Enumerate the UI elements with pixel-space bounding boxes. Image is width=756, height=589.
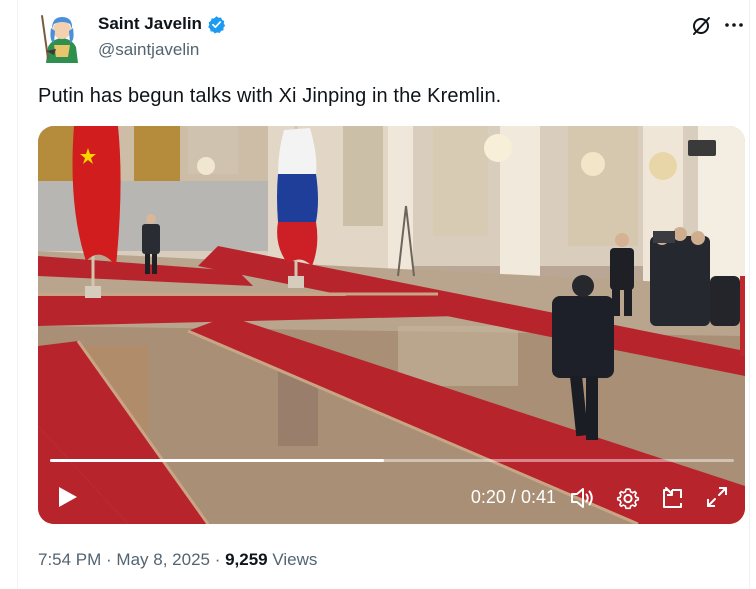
settings-gear-icon[interactable] bbox=[614, 484, 642, 512]
author-display-name[interactable]: Saint Javelin bbox=[98, 14, 202, 34]
timeline-right-border bbox=[749, 0, 750, 589]
tweet-time[interactable]: 7:54 PM bbox=[38, 550, 101, 570]
timeline-left-border bbox=[17, 0, 18, 589]
video-progress-fill bbox=[50, 459, 384, 462]
author-name-row[interactable]: Saint Javelin bbox=[98, 14, 226, 34]
meta-separator: · bbox=[209, 550, 226, 569]
views-count[interactable]: 9,259 bbox=[225, 550, 268, 570]
video-time-separator: / bbox=[510, 487, 516, 507]
avatar[interactable] bbox=[40, 11, 84, 63]
tweet-meta: 7:54 PM · May 8, 2025 · 9,259 Views bbox=[38, 550, 317, 570]
video-duration: 0:41 bbox=[520, 487, 556, 507]
views-label-text: Views bbox=[272, 550, 318, 569]
video-player[interactable]: 0:20 / 0:41 bbox=[38, 126, 745, 524]
volume-icon[interactable] bbox=[568, 484, 596, 512]
video-time-display: 0:20 / 0:41 bbox=[458, 487, 556, 508]
views-label: Views bbox=[268, 550, 318, 570]
grok-icon[interactable] bbox=[690, 15, 712, 37]
play-icon[interactable] bbox=[54, 484, 80, 510]
fullscreen-icon[interactable] bbox=[704, 484, 730, 510]
dock-icon[interactable] bbox=[658, 484, 686, 512]
verified-badge-icon bbox=[207, 15, 226, 34]
video-frame bbox=[38, 126, 745, 524]
meta-separator: · bbox=[101, 550, 117, 569]
video-current-time: 0:20 bbox=[470, 487, 506, 507]
tweet-date[interactable]: May 8, 2025 bbox=[116, 550, 210, 570]
video-progress-bar[interactable] bbox=[50, 459, 734, 462]
tweet-text: Putin has begun talks with Xi Jinping in… bbox=[38, 85, 502, 107]
more-options-icon[interactable] bbox=[723, 14, 745, 36]
author-handle[interactable]: @saintjavelin bbox=[98, 40, 199, 60]
avatar-image bbox=[40, 11, 84, 63]
